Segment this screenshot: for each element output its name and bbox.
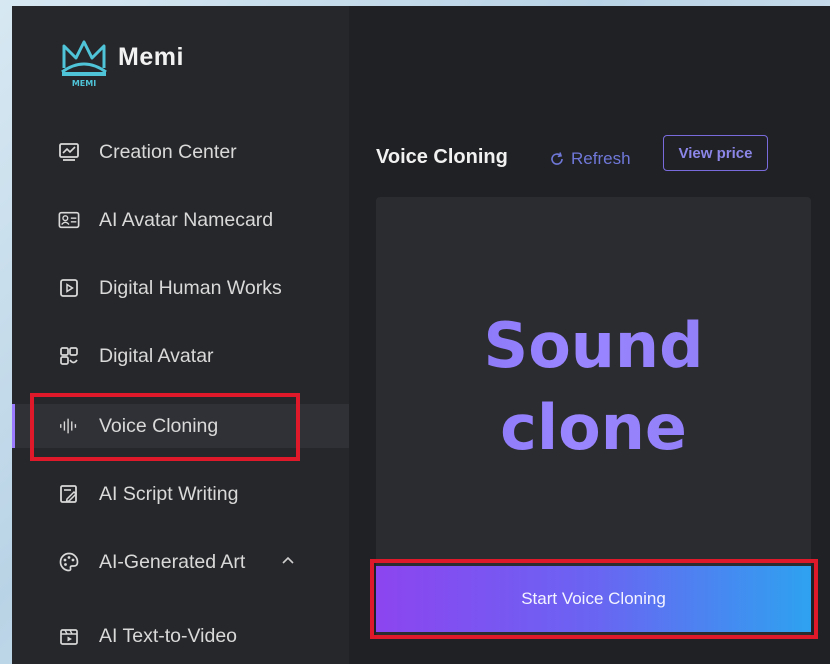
- sidebar-item-label: AI Avatar Namecard: [99, 208, 274, 231]
- sidebar-item-label: Voice Cloning: [99, 414, 219, 437]
- id-card-icon: [58, 209, 80, 231]
- script-edit-icon: [58, 483, 80, 505]
- sidebar-item-label: Digital Human Works: [99, 276, 282, 299]
- sidebar-item-ai-generated-art[interactable]: AI-Generated Art: [12, 540, 349, 584]
- chevron-up-icon[interactable]: [280, 552, 296, 568]
- main-content: Voice Cloning Refresh View price Sound c…: [349, 6, 830, 664]
- sidebar: MEMI Memi Creation Center AI Avatar Name…: [12, 6, 349, 664]
- sidebar-item-label: AI-Generated Art: [99, 550, 246, 573]
- sidebar-item-digital-human-works[interactable]: Digital Human Works: [12, 266, 349, 310]
- monitor-chart-icon: [58, 141, 80, 163]
- sidebar-item-label: AI Script Writing: [99, 482, 239, 505]
- app-logo[interactable]: MEMI Memi: [56, 32, 184, 88]
- sidebar-item-ai-text-to-video[interactable]: AI Text-to-Video: [12, 614, 349, 658]
- avatar-grid-icon: [58, 345, 80, 367]
- sidebar-item-ai-avatar-namecard[interactable]: AI Avatar Namecard: [12, 198, 349, 242]
- svg-text:MEMI: MEMI: [72, 79, 96, 88]
- view-price-button[interactable]: View price: [663, 135, 768, 171]
- memi-logo-icon: MEMI: [56, 32, 112, 88]
- sidebar-item-label: AI Text-to-Video: [99, 624, 238, 647]
- refresh-label: Refresh: [571, 149, 631, 168]
- banner-text: Sound clone: [376, 305, 811, 469]
- refresh-icon: [549, 151, 565, 167]
- sidebar-item-voice-cloning[interactable]: Voice Cloning: [12, 404, 349, 448]
- banner-line-sound: Sound: [483, 309, 704, 382]
- sidebar-item-label: Creation Center: [99, 140, 237, 163]
- page-title: Voice Cloning: [376, 146, 508, 168]
- play-square-icon: [58, 277, 80, 299]
- start-voice-cloning-button[interactable]: Start Voice Cloning: [376, 566, 811, 632]
- sidebar-item-ai-script-writing[interactable]: AI Script Writing: [12, 472, 349, 516]
- app-name: Memi: [118, 42, 184, 71]
- sidebar-item-creation-center[interactable]: Creation Center: [12, 130, 349, 174]
- palette-icon: [58, 551, 80, 573]
- refresh-button[interactable]: Refresh: [549, 149, 631, 169]
- app-window: MEMI Memi Creation Center AI Avatar Name…: [12, 6, 830, 664]
- sound-wave-icon: [58, 415, 80, 437]
- banner-line-clone: clone: [500, 391, 687, 464]
- sidebar-item-label: Digital Avatar: [99, 344, 214, 367]
- sidebar-item-digital-avatar[interactable]: Digital Avatar: [12, 334, 349, 378]
- video-clapper-icon: [58, 625, 80, 647]
